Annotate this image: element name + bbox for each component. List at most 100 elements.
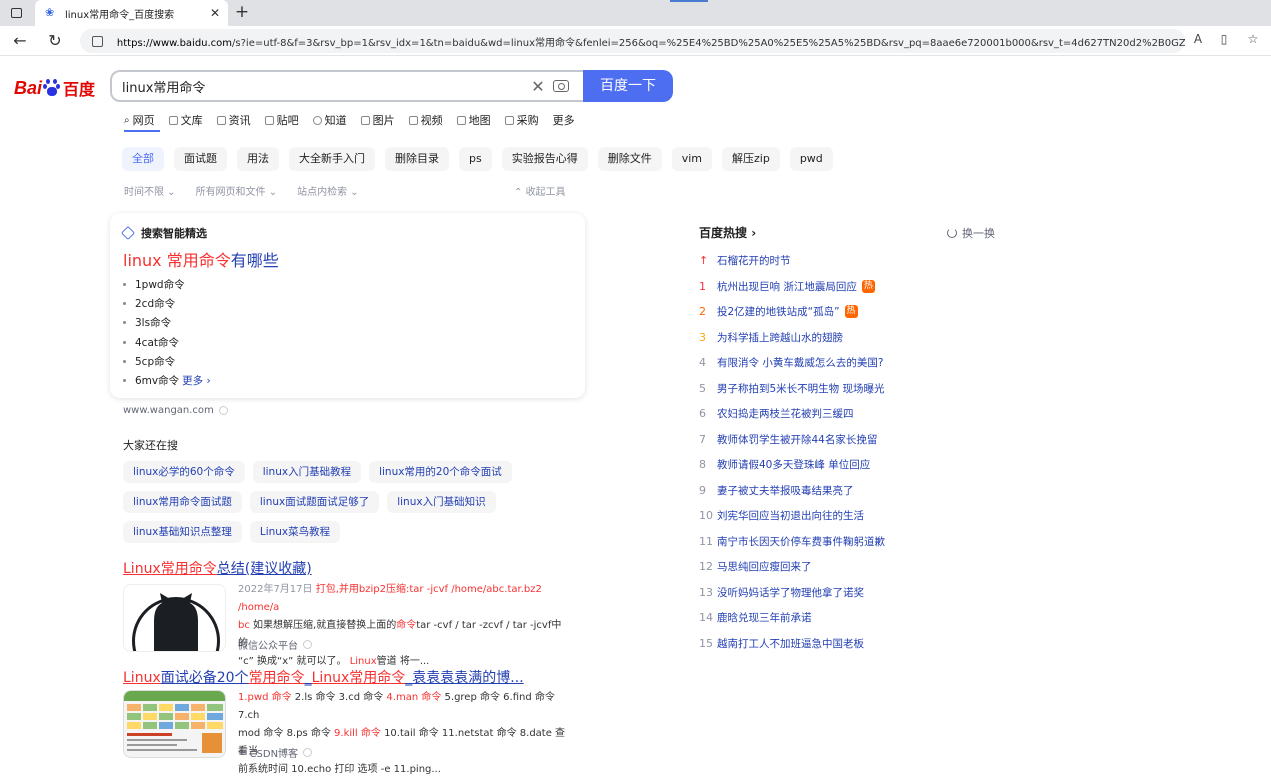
read-aloud-icon[interactable]: A <box>1188 32 1208 46</box>
keyboard-chart-image <box>124 691 225 753</box>
related-query[interactable]: linux入门基础教程 <box>252 461 362 483</box>
chip-all[interactable]: 全部 <box>122 147 164 171</box>
hot-item[interactable]: 11 南宁市长因天价停车费事件鞠躬道歉 <box>699 529 885 555</box>
info-icon[interactable] <box>218 406 228 415</box>
related-query[interactable]: linux面试题面试足够了 <box>249 491 380 513</box>
result-title[interactable]: Linux面试必备20个常用命令_Linux常用命令_袁袁袁袁满的博... <box>123 667 524 687</box>
tab-images[interactable]: 图片 <box>360 112 395 128</box>
hot-item[interactable]: 5 男子称拍到5米长不明生物 现场曝光 <box>699 376 885 402</box>
back-icon[interactable]: ← <box>9 30 31 52</box>
tab-purchase[interactable]: 采购 <box>504 112 539 128</box>
github-thumbnail[interactable] <box>123 584 226 652</box>
also-searching-title: 大家还在搜 <box>123 439 178 452</box>
tab-zhidao[interactable]: 知道 <box>312 112 347 128</box>
chip[interactable]: 解压zip <box>722 147 780 171</box>
chip[interactable]: 删除目录 <box>385 147 449 171</box>
info-icon[interactable] <box>303 640 312 649</box>
search-input[interactable]: linux常用命令 <box>122 77 523 96</box>
lock-icon <box>92 35 103 47</box>
result-source[interactable]: ❀ CSDN博客 <box>238 745 313 760</box>
split-screen-icon[interactable]: ▯ <box>1214 32 1234 46</box>
favorites-icon[interactable]: ☆ <box>1243 32 1263 46</box>
hot-item[interactable]: ↑ 石榴花开的时节 <box>699 248 885 274</box>
card-source[interactable]: www.wangan.com <box>123 405 228 416</box>
hot-search-title[interactable]: 百度热搜 › <box>699 224 756 241</box>
doc-icon <box>168 115 178 125</box>
news-icon <box>216 115 226 125</box>
reload-icon[interactable]: ↻ <box>44 30 66 52</box>
address-bar-row: ← ↻ https://www.baidu.com/s?ie=utf-8&f=3… <box>0 26 1271 56</box>
related-query[interactable]: linux基础知识点整理 <box>123 521 242 543</box>
tab-web[interactable]: ⌕ 网页 <box>124 112 155 128</box>
refresh-icon <box>947 228 957 238</box>
camera-icon[interactable] <box>553 80 569 92</box>
result-source[interactable]: 微信公众平台 <box>238 637 312 652</box>
hot-item[interactable]: 4 有限消令 小黄车戴威怎么去的美国? <box>699 350 885 376</box>
hot-item[interactable]: 6 农妇捣走两枝兰花被判三缓四 <box>699 401 885 427</box>
smart-card-label: 搜索智能精选 <box>120 225 207 241</box>
related-query[interactable]: linux必学的60个命令 <box>123 461 245 483</box>
address-bar[interactable]: https://www.baidu.com/s?ie=utf-8&f=3&rsv… <box>80 29 1185 53</box>
active-tab-underline <box>124 130 160 132</box>
file-filter[interactable]: 所有网页和文件 ⌄ <box>196 183 278 198</box>
close-tab-icon[interactable]: ✕ <box>206 6 224 20</box>
chip[interactable]: ps <box>459 147 492 171</box>
tab-tieba[interactable]: 贴吧 <box>264 112 299 128</box>
search-tabs: ⌕ 网页 文库 资讯 贴吧 知道 图片 视频 地图 采购 更多 <box>124 112 589 128</box>
hot-item[interactable]: 1 杭州出现巨响 浙江地震局回应热 <box>699 274 885 300</box>
hot-item[interactable]: 9 妻子被丈夫举报吸毒结果亮了 <box>699 478 885 504</box>
chip[interactable]: vim <box>671 147 712 171</box>
list-item: 5cp命令 <box>123 352 211 371</box>
smart-answer-card: 搜索智能精选 linux 常用命令有哪些 1pwd命令 2cd命令 3ls命令 … <box>110 213 585 398</box>
smart-card-title[interactable]: linux 常用命令有哪些 <box>123 247 279 271</box>
info-icon[interactable] <box>303 748 313 757</box>
hot-item[interactable]: 14 鹿晗兑现三年前承诺 <box>699 605 885 631</box>
chip[interactable]: 实验报告心得 <box>501 147 588 171</box>
tab-map[interactable]: 地图 <box>456 112 491 128</box>
tab-video[interactable]: 视频 <box>408 112 443 128</box>
baidu-logo[interactable]: Bai 百度 <box>14 74 100 102</box>
hot-item[interactable]: 7 教师体罚学生被开除44名家长挽留 <box>699 427 885 453</box>
chip[interactable]: 用法 <box>237 147 279 171</box>
result-title[interactable]: Linux常用命令总结(建议收藏) <box>123 558 312 578</box>
hot-item[interactable]: 13 没听妈妈话学了物理他拿了诺奖 <box>699 580 885 606</box>
hot-item[interactable]: 8 教师请假40多天登珠峰 单位回应 <box>699 452 885 478</box>
hot-item[interactable]: 3 为科学插上跨越山水的翅膀 <box>699 325 885 351</box>
related-query[interactable]: Linux菜鸟教程 <box>249 521 341 543</box>
refresh-button[interactable]: 换一换 <box>947 225 995 241</box>
search-button[interactable]: 百度一下 <box>583 70 673 102</box>
list-item: 1pwd命令 <box>123 275 211 294</box>
hot-badge: 热 <box>861 279 875 293</box>
chip[interactable]: 大全新手入门 <box>289 147 375 171</box>
hot-item[interactable]: 2 投2亿建的地铁站成“孤岛” 热 <box>699 299 885 325</box>
tab-wenku[interactable]: 文库 <box>168 112 203 128</box>
command-list: 1pwd命令 2cd命令 3ls命令 4cat命令 5cp命令 6mv命令 更多 … <box>123 275 211 390</box>
hot-item[interactable]: 12 马思纯回应瘦回来了 <box>699 554 885 580</box>
more-link[interactable]: 更多 › <box>182 373 211 388</box>
video-icon <box>408 115 418 125</box>
hot-item[interactable]: 15 越南打工人不加班逼急中国老板 <box>699 631 885 657</box>
search-box[interactable]: linux常用命令 ✕ <box>110 70 585 102</box>
site-filter[interactable]: 站点内检索 ⌄ <box>297 183 359 198</box>
tab-news[interactable]: 资讯 <box>216 112 251 128</box>
search-icon: ⌕ <box>124 114 130 126</box>
related-query[interactable]: linux入门基础知识 <box>387 491 496 513</box>
window-menu-icon[interactable] <box>6 4 26 22</box>
hot-item[interactable]: 10 刘宪华回应当初退出向往的生活 <box>699 503 885 529</box>
result-snippet: 2022年7月17日 打包,并用bzip2压缩:tar -jcvf /home/… <box>238 584 562 667</box>
related-chips: 全部 面试题 用法 大全新手入门 删除目录 ps 实验报告心得 删除文件 vim… <box>122 147 843 171</box>
related-query[interactable]: linux常用的20个命令面试 <box>369 461 512 483</box>
time-filter[interactable]: 时间不限 ⌄ <box>124 183 176 198</box>
command-table-thumbnail[interactable] <box>123 690 226 758</box>
clear-icon[interactable]: ✕ <box>523 77 553 96</box>
also-searching-list: linux必学的60个命令 linux入门基础教程 linux常用的20个命令面… <box>123 461 543 551</box>
list-item: 6mv命令 更多 › <box>123 371 211 390</box>
collapse-tools-button[interactable]: ⌃ 收起工具 <box>514 183 566 198</box>
chip[interactable]: 面试题 <box>174 147 227 171</box>
chip[interactable]: pwd <box>789 147 833 171</box>
chip[interactable]: 删除文件 <box>597 147 662 171</box>
new-tab-icon[interactable]: + <box>232 2 252 22</box>
tab-more[interactable]: 更多 <box>553 112 575 128</box>
related-query[interactable]: linux常用命令面试题 <box>123 491 242 513</box>
browser-tab[interactable]: ❀ linux常用命令_百度搜索 ✕ <box>35 0 228 26</box>
